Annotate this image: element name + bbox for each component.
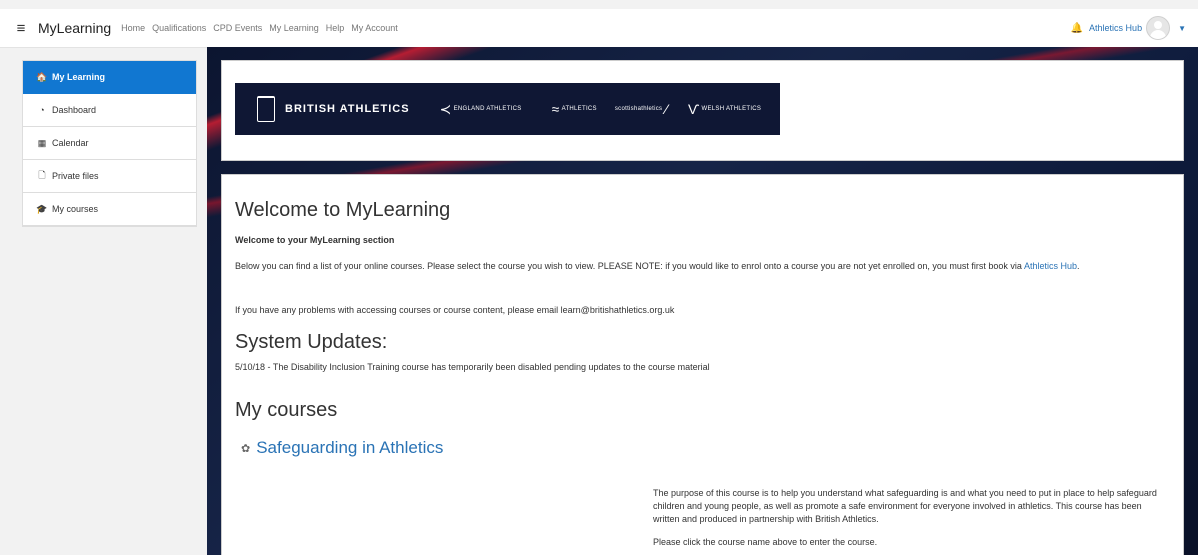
user-menu: 🔔 Athletics Hub ▼	[1071, 9, 1186, 47]
welsh-athletics-logo: Ѵ WELSH ATHLETICS	[688, 101, 761, 117]
british-athletics-logo: BRITISH ATHLETICS	[257, 96, 410, 122]
swoosh-icon: ≈	[551, 101, 560, 117]
athletics-hub-link[interactable]: Athletics Hub	[1089, 23, 1142, 33]
sidebar-item-label: My courses	[52, 204, 99, 214]
calendar-icon: ▦	[37, 137, 47, 148]
crest-icon	[257, 96, 275, 122]
nav-link-cpd-events[interactable]: CPD Events	[213, 23, 262, 33]
top-navbar: ≡ MyLearning Home Qualifications CPD Event…	[0, 9, 1198, 48]
system-update-item: 5/10/18 - The Disability Inclusion Train…	[235, 362, 710, 372]
home-icon: 🏠	[36, 71, 48, 82]
sidebar-item-label: My Learning	[52, 72, 106, 82]
course-icon: ✿	[241, 442, 251, 455]
graduation-cap-icon: 🎓	[36, 203, 48, 214]
contact-paragraph: If you have any problems with accessing …	[235, 305, 675, 315]
dashboard-icon: ◔	[39, 105, 45, 115]
course-link[interactable]: ✿ Safeguarding in Athletics	[241, 438, 443, 458]
england-athletics-logo: ≺ ENGLAND ATHLETICS	[440, 101, 522, 118]
nav-link-my-learning[interactable]: My Learning	[269, 23, 319, 33]
course-summary: The purpose of this course is to help yo…	[653, 487, 1163, 549]
welcome-subtitle: Welcome to your MyLearning section	[235, 235, 395, 245]
course-cta-text: Please click the course name above to en…	[653, 537, 878, 547]
logo-text: scottishathletics	[614, 106, 663, 112]
sidebar-item-dashboard[interactable]: ◔ Dashboard	[23, 94, 196, 127]
course-summary-text: The purpose of this course is to help yo…	[653, 488, 1157, 524]
sidebar-item-label: Private files	[52, 171, 99, 181]
sidebar-item-my-learning[interactable]: 🏠 My Learning	[23, 61, 196, 94]
logo-text: WELSH ATHLETICS	[701, 106, 762, 112]
athletics-ni-logo: ≈ ATHLETICS	[552, 101, 597, 117]
logo-text: ATHLETICS	[561, 106, 597, 112]
nav-link-home[interactable]: Home	[121, 23, 145, 33]
sidebar-item-label: Calendar	[52, 138, 89, 148]
wings-icon: Ѵ	[687, 101, 700, 117]
hamburger-icon[interactable]: ≡	[8, 20, 34, 37]
sidebar-nav: 🏠 My Learning ◔ Dashboard ▦ Calendar 🗋 P…	[22, 60, 197, 227]
logo-text: BRITISH ATHLETICS	[285, 102, 410, 115]
site-brand[interactable]: MyLearning	[38, 20, 111, 36]
nav-link-help[interactable]: Help	[326, 23, 345, 33]
course-name[interactable]: Safeguarding in Athletics	[256, 438, 443, 458]
user-avatar[interactable]	[1146, 16, 1171, 40]
scottish-athletics-logo: scottishathletics ⁄	[615, 101, 670, 117]
page-title: Welcome to MyLearning	[235, 199, 451, 221]
file-icon: 🗋	[38, 170, 46, 180]
nav-link-qualifications[interactable]: Qualifications	[152, 23, 206, 33]
system-updates-heading: System Updates:	[235, 331, 388, 353]
nav-link-my-account[interactable]: My Account	[351, 23, 398, 33]
my-courses-heading: My courses	[235, 399, 338, 421]
sidebar-item-calendar[interactable]: ▦ Calendar	[23, 127, 196, 160]
athletics-hub-inline-link[interactable]: Athletics Hub	[1024, 261, 1077, 271]
runner-icon: ⁄	[665, 101, 668, 117]
nav-links: Home Qualifications CPD Events My Learning H…	[121, 23, 405, 33]
sidebar-item-my-courses[interactable]: 🎓 My courses	[23, 193, 196, 226]
partner-logos-banner: BRITISH ATHLETICS ≺ ENGLAND ATHLETICS ≈ …	[235, 83, 780, 135]
logo-text: ENGLAND ATHLETICS	[453, 106, 522, 112]
intro-paragraph: Below you can find a list of your online…	[235, 261, 1080, 271]
intro-text: Below you can find a list of your online…	[235, 261, 1022, 271]
swoosh-icon: ≺	[439, 100, 452, 117]
caret-down-icon[interactable]: ▼	[1178, 24, 1186, 33]
bell-icon[interactable]: 🔔	[1071, 23, 1083, 34]
sidebar-item-private-files[interactable]: 🗋 Private files	[23, 160, 196, 193]
sidebar-item-label: Dashboard	[52, 105, 97, 115]
